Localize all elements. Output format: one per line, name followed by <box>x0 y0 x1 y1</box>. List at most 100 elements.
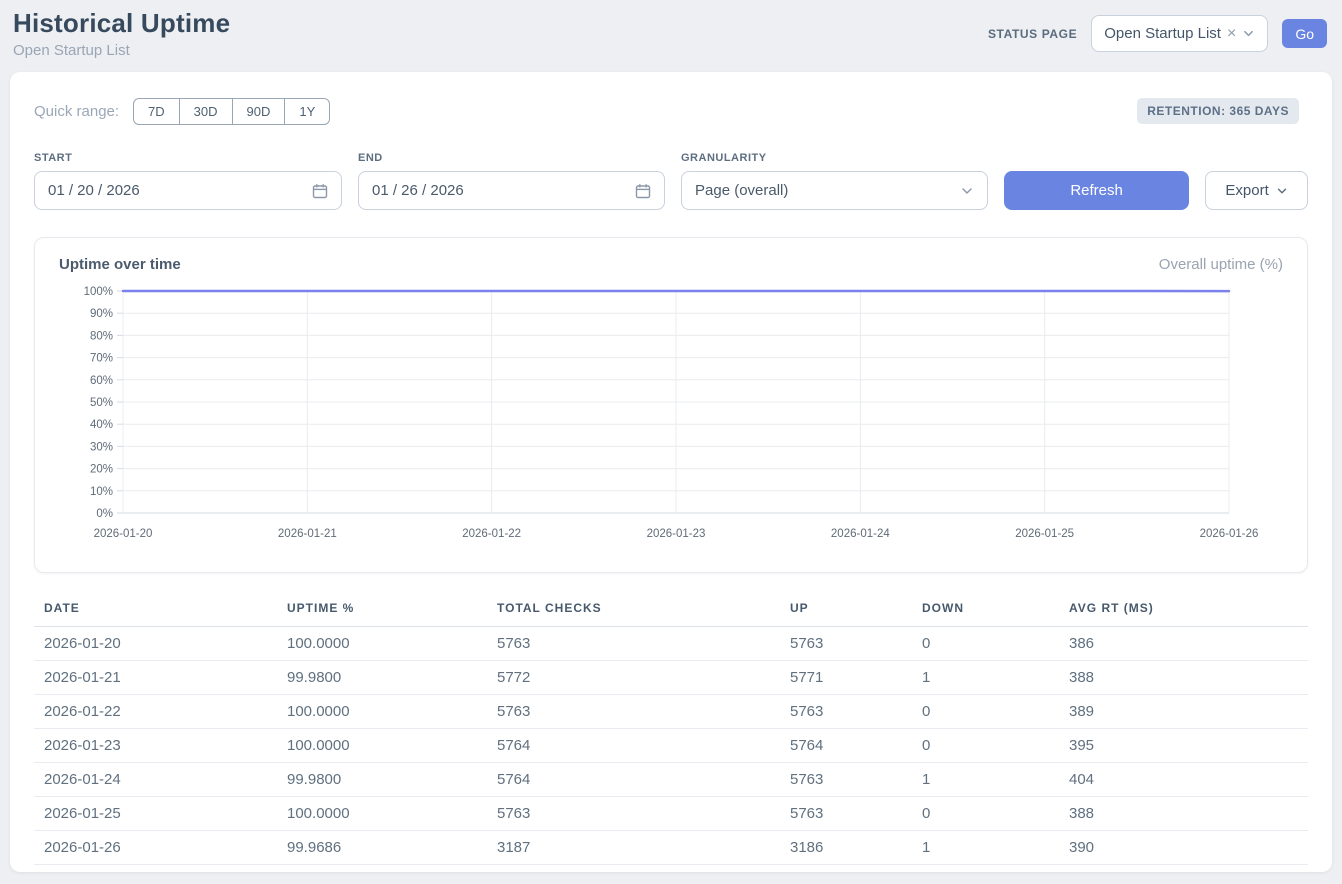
table-row: 2026-01-2199.9800577257711388 <box>34 661 1308 695</box>
chevron-down-icon <box>960 184 974 198</box>
column-header-down: DOWN <box>912 589 1059 627</box>
cell-down: 0 <box>912 627 1059 661</box>
quick-range-7d[interactable]: 7D <box>133 98 180 125</box>
end-date-input[interactable]: 01 / 26 / 2026 <box>358 171 665 210</box>
cell-up: 5763 <box>780 797 912 831</box>
end-date-value: 01 / 26 / 2026 <box>372 182 464 199</box>
cell-uptime: 99.9800 <box>277 661 487 695</box>
cell-date: 2026-01-21 <box>34 661 277 695</box>
cell-up: 5771 <box>780 661 912 695</box>
cell-total-checks: 5763 <box>487 627 780 661</box>
axis-tick-label: 0% <box>96 508 113 520</box>
cell-uptime: 100.0000 <box>277 695 487 729</box>
quick-range-90d[interactable]: 90D <box>232 98 286 125</box>
cell-up: 5763 <box>780 695 912 729</box>
axis-tick-label: 2026-01-22 <box>462 528 521 540</box>
cell-total-checks: 5763 <box>487 695 780 729</box>
cell-avg-rt: 404 <box>1059 763 1308 797</box>
cell-total-checks: 5763 <box>487 797 780 831</box>
cell-total-checks: 5764 <box>487 763 780 797</box>
cell-total-checks: 3187 <box>487 831 780 865</box>
table-row: 2026-01-2499.9800576457631404 <box>34 763 1308 797</box>
table-row: 2026-01-22100.0000576357630389 <box>34 695 1308 729</box>
status-page-select[interactable]: Open Startup List × <box>1091 15 1268 52</box>
column-header-date: DATE <box>34 589 277 627</box>
column-header-up: UP <box>780 589 912 627</box>
quick-range-row: Quick range: 7D 30D 90D 1Y <box>34 98 1308 125</box>
granularity-label: GRANULARITY <box>681 152 988 164</box>
go-button[interactable]: Go <box>1282 19 1327 48</box>
axis-tick-label: 60% <box>90 375 113 387</box>
page-title: Historical Uptime <box>13 8 230 39</box>
calendar-icon[interactable] <box>635 183 651 199</box>
retention-badge: RETENTION: 365 DAYS <box>1137 98 1299 124</box>
chevron-down-icon <box>1242 27 1255 40</box>
axis-tick-label: 2026-01-20 <box>94 528 153 540</box>
start-date-input[interactable]: 01 / 20 / 2026 <box>34 171 342 210</box>
cell-down: 1 <box>912 763 1059 797</box>
axis-tick-label: 2026-01-24 <box>831 528 890 540</box>
table-row: 2026-01-23100.0000576457640395 <box>34 729 1308 763</box>
column-header-total-checks: TOTAL CHECKS <box>487 589 780 627</box>
cell-date: 2026-01-23 <box>34 729 277 763</box>
uptime-chart-card: Uptime over time Overall uptime (%) 0% 10… <box>34 237 1308 573</box>
cell-uptime: 100.0000 <box>277 627 487 661</box>
clear-selection-icon[interactable]: × <box>1227 25 1236 43</box>
main-panel: Quick range: 7D 30D 90D 1Y RETENTION: 36… <box>10 72 1332 872</box>
table-row: 2026-01-25100.0000576357630388 <box>34 797 1308 831</box>
axis-tick-label: 40% <box>90 419 113 431</box>
cell-avg-rt: 390 <box>1059 831 1308 865</box>
uptime-table: DATEUPTIME %TOTAL CHECKSUPDOWNAVG RT (MS… <box>34 589 1308 865</box>
cell-avg-rt: 386 <box>1059 627 1308 661</box>
quick-range-30d[interactable]: 30D <box>179 98 233 125</box>
quick-range-1y[interactable]: 1Y <box>284 98 330 125</box>
cell-down: 1 <box>912 831 1059 865</box>
cell-avg-rt: 389 <box>1059 695 1308 729</box>
calendar-icon[interactable] <box>312 183 328 199</box>
cell-up: 5764 <box>780 729 912 763</box>
cell-date: 2026-01-24 <box>34 763 277 797</box>
cell-uptime: 99.9686 <box>277 831 487 865</box>
cell-down: 0 <box>912 729 1059 763</box>
chart-title: Uptime over time <box>59 256 181 273</box>
axis-tick-label: 20% <box>90 464 113 476</box>
quick-range-label: Quick range: <box>34 103 119 120</box>
quick-range-group: 7D 30D 90D 1Y <box>133 98 330 125</box>
axis-tick-label: 30% <box>90 441 113 453</box>
granularity-field: GRANULARITY Page (overall) <box>681 152 988 210</box>
cell-down: 0 <box>912 695 1059 729</box>
axis-tick-label: 2026-01-21 <box>278 528 337 540</box>
axis-tick-label: 2026-01-23 <box>647 528 706 540</box>
axis-tick-label: 10% <box>90 486 113 498</box>
cell-avg-rt: 388 <box>1059 661 1308 695</box>
page-header: Historical Uptime Open Startup List <box>13 8 230 59</box>
column-header-avg-rt-ms-: AVG RT (MS) <box>1059 589 1308 627</box>
page-subtitle: Open Startup List <box>13 42 230 59</box>
cell-date: 2026-01-26 <box>34 831 277 865</box>
export-button[interactable]: Export <box>1205 171 1308 210</box>
cell-total-checks: 5764 <box>487 729 780 763</box>
chart-legend: Overall uptime (%) <box>1159 256 1283 273</box>
table-row: 2026-01-20100.0000576357630386 <box>34 627 1308 661</box>
axis-tick-label: 2026-01-25 <box>1015 528 1074 540</box>
refresh-button[interactable]: Refresh <box>1004 171 1189 210</box>
chart-header: Uptime over time Overall uptime (%) <box>57 256 1285 273</box>
table-row: 2026-01-2699.9686318731861390 <box>34 831 1308 865</box>
granularity-select[interactable]: Page (overall) <box>681 171 988 210</box>
uptime-chart: 0%10%20%30%40%50%60%70%80%90%100%2026-01… <box>57 279 1285 565</box>
start-date-label: START <box>34 152 342 164</box>
cell-down: 1 <box>912 661 1059 695</box>
cell-avg-rt: 395 <box>1059 729 1308 763</box>
cell-down: 0 <box>912 797 1059 831</box>
cell-up: 5763 <box>780 627 912 661</box>
cell-uptime: 100.0000 <box>277 729 487 763</box>
cell-date: 2026-01-25 <box>34 797 277 831</box>
export-button-label: Export <box>1225 182 1268 199</box>
cell-date: 2026-01-20 <box>34 627 277 661</box>
start-date-field: START 01 / 20 / 2026 <box>34 152 342 210</box>
header-actions: STATUS PAGE Open Startup List × Go <box>988 15 1327 52</box>
axis-tick-label: 70% <box>90 353 113 365</box>
cell-date: 2026-01-22 <box>34 695 277 729</box>
status-page-selected-value: Open Startup List <box>1104 25 1221 42</box>
start-date-value: 01 / 20 / 2026 <box>48 182 140 199</box>
